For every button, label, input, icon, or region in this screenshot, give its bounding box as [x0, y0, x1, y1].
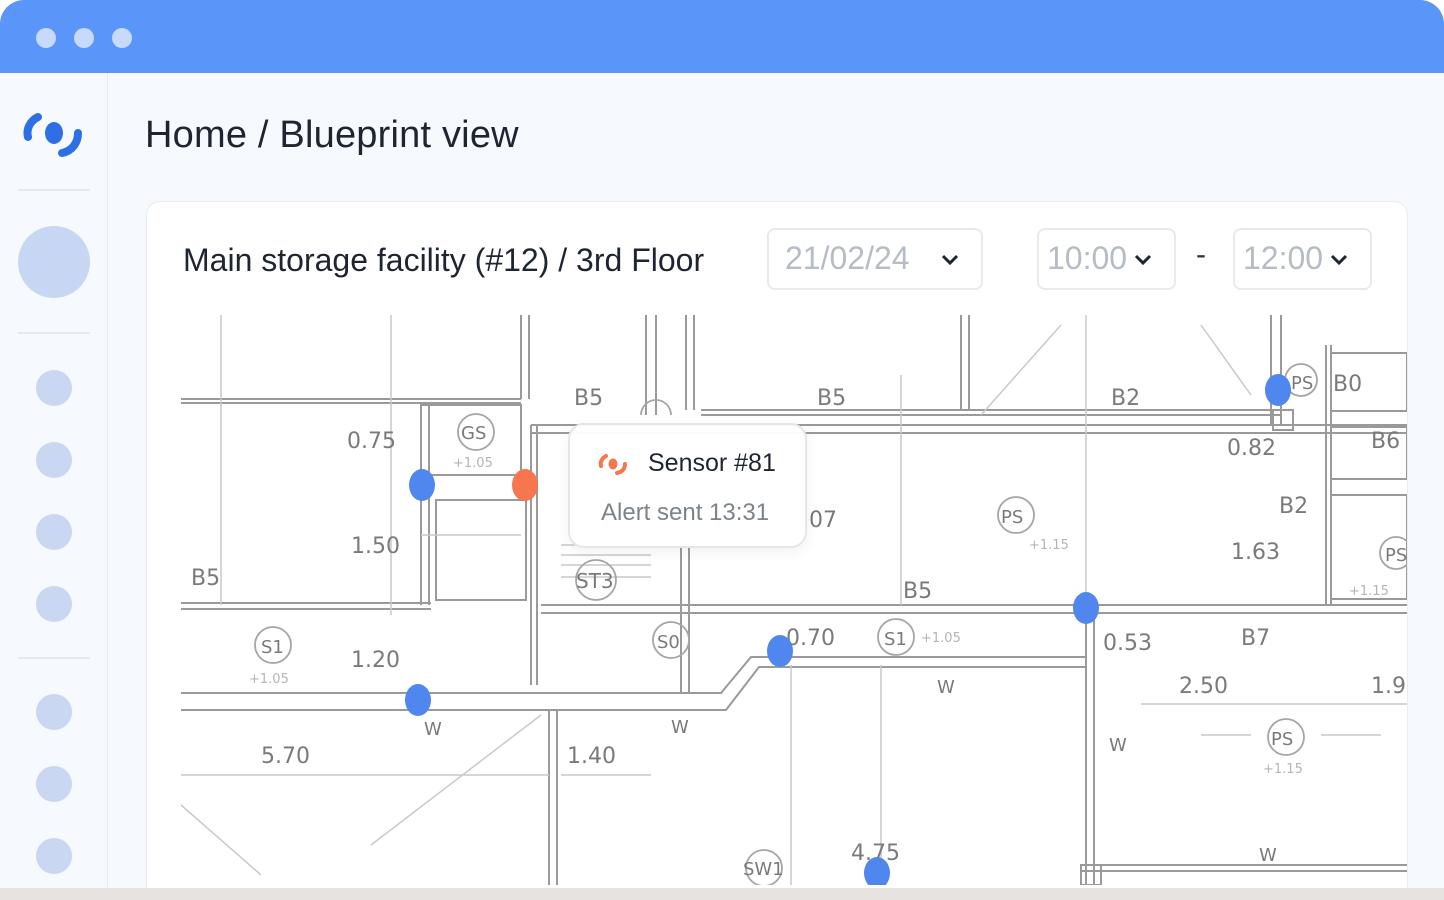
- time-from-value: 10:00: [1047, 240, 1128, 276]
- svg-text:PS: PS: [1001, 507, 1023, 528]
- svg-text:GS: GS: [461, 423, 486, 444]
- svg-text:B5: B5: [191, 566, 220, 591]
- breadcrumb: Home / Blueprint view: [145, 114, 519, 156]
- sidebar-divider: [18, 189, 90, 191]
- svg-text:B2: B2: [1279, 494, 1308, 519]
- blueprint-map[interactable]: B5 B5 B2 B0 B6 B2 B5 B5 B7 0.75 1.50 1.2…: [181, 315, 1407, 885]
- sensor-marker: [1073, 592, 1099, 624]
- sensor-marker: [409, 469, 435, 501]
- user-avatar[interactable]: [18, 226, 90, 298]
- chevron-down-icon: [1134, 254, 1152, 266]
- window-dot-maximize[interactable]: [112, 28, 132, 48]
- svg-text:B7: B7: [1241, 626, 1270, 651]
- nav-item-6[interactable]: [36, 766, 72, 802]
- svg-text:B0: B0: [1333, 372, 1362, 397]
- sensor-marker: [405, 684, 431, 716]
- sidebar: [0, 73, 108, 890]
- svg-text:S1: S1: [884, 629, 907, 650]
- sidebar-divider: [18, 332, 90, 334]
- bottom-edge: [0, 888, 1444, 900]
- tooltip-title: Sensor #81: [648, 449, 776, 477]
- svg-text:5.70: 5.70: [261, 744, 310, 769]
- svg-text:1.20: 1.20: [351, 648, 400, 673]
- svg-text:1.40: 1.40: [567, 744, 616, 769]
- svg-text:SW1: SW1: [743, 859, 784, 880]
- nav-item-2[interactable]: [36, 442, 72, 478]
- svg-text:1.63: 1.63: [1231, 540, 1280, 565]
- window-dot-minimize[interactable]: [74, 28, 94, 48]
- sensor-tooltip[interactable]: Sensor #81 Alert sent 13:31: [568, 423, 807, 548]
- date-select-value: 21/02/24: [785, 240, 910, 276]
- sensor-marker-alert: [512, 469, 538, 501]
- svg-text:W: W: [671, 717, 689, 738]
- svg-text:+1.15: +1.15: [1349, 584, 1389, 599]
- nav-item-4[interactable]: [36, 586, 72, 622]
- tooltip-subtitle: Alert sent 13:31: [601, 499, 770, 526]
- svg-text:+1.05: +1.05: [921, 631, 961, 646]
- svg-text:0.70: 0.70: [786, 626, 835, 651]
- svg-text:W: W: [937, 677, 955, 698]
- svg-text:B5: B5: [817, 386, 846, 411]
- sensor-marker: [767, 635, 793, 667]
- time-from-select[interactable]: 10:00: [1037, 228, 1176, 290]
- svg-text:S1: S1: [261, 637, 284, 658]
- time-to-value: 12:00: [1243, 240, 1324, 276]
- app-window: Home / Blueprint view Main storage facil…: [0, 0, 1444, 890]
- nav-item-5[interactable]: [36, 694, 72, 730]
- svg-text:+1.15: +1.15: [1263, 762, 1303, 777]
- svg-text:+1.15: +1.15: [1029, 538, 1069, 553]
- window-titlebar: [0, 0, 1444, 73]
- time-to-select[interactable]: 12:00: [1233, 228, 1372, 290]
- svg-text:PS: PS: [1291, 373, 1313, 394]
- sensor-marker: [1265, 374, 1291, 406]
- date-select[interactable]: 21/02/24: [767, 228, 983, 290]
- facility-title: Main storage facility (#12) / 3rd Floor: [183, 242, 705, 278]
- svg-text:1.9: 1.9: [1371, 674, 1406, 699]
- svg-text:W: W: [424, 719, 442, 740]
- svg-text:1.50: 1.50: [351, 534, 400, 559]
- blueprint-drawing: B5 B5 B2 B0 B6 B2 B5 B5 B7 0.75 1.50 1.2…: [181, 315, 1407, 885]
- svg-text:PS: PS: [1271, 729, 1293, 750]
- time-range-separator: -: [1196, 238, 1206, 271]
- nav-item-7[interactable]: [36, 838, 72, 874]
- chevron-down-icon: [941, 254, 959, 266]
- svg-text:ST3: ST3: [576, 569, 614, 593]
- svg-text:PS: PS: [1385, 545, 1407, 566]
- svg-text:B2: B2: [1111, 386, 1140, 411]
- nav-item-3[interactable]: [36, 514, 72, 550]
- nav-item-1[interactable]: [36, 370, 72, 406]
- svg-text:2.50: 2.50: [1179, 674, 1228, 699]
- chevron-down-icon: [1330, 254, 1348, 266]
- svg-text:0.82: 0.82: [1227, 436, 1276, 461]
- svg-text:+1.05: +1.05: [249, 672, 289, 687]
- svg-text:0.53: 0.53: [1103, 631, 1152, 656]
- svg-text:07: 07: [809, 508, 837, 533]
- svg-text:B5: B5: [574, 386, 603, 411]
- brand-logo-icon[interactable]: [20, 103, 88, 159]
- sidebar-divider: [18, 657, 90, 659]
- alert-sensor-icon: [598, 454, 627, 475]
- svg-text:+1.05: +1.05: [453, 456, 493, 471]
- svg-text:W: W: [1259, 845, 1277, 866]
- window-dot-close[interactable]: [36, 28, 56, 48]
- svg-text:W: W: [1109, 735, 1127, 756]
- svg-text:B6: B6: [1371, 429, 1400, 454]
- svg-text:B5: B5: [903, 579, 932, 604]
- svg-text:S0: S0: [657, 632, 680, 653]
- svg-text:0.75: 0.75: [347, 429, 396, 454]
